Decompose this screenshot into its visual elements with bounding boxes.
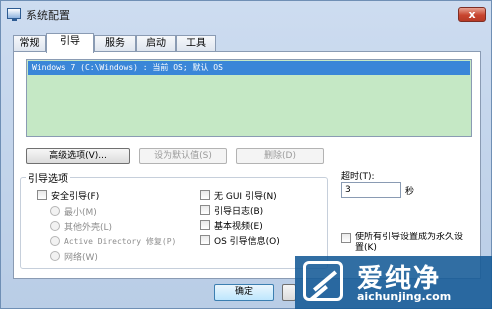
active-directory-label: Active Directory 修复(P): [64, 237, 177, 246]
site-watermark: 爱纯净 aichunjing.com: [295, 256, 492, 309]
os-boot-info-label: OS 引导信息(O): [214, 237, 280, 247]
boot-tab-panel: Windows 7 (C:\Windows) : 当前 OS; 默认 OS 高级…: [13, 51, 481, 279]
alternate-shell-label: 其他外壳(L): [64, 223, 113, 233]
active-directory-radio[interactable]: [50, 236, 60, 246]
delete-button[interactable]: 删除(D): [236, 148, 324, 164]
tab-boot[interactable]: 引导: [46, 33, 94, 53]
alternate-shell-radio[interactable]: [50, 221, 60, 231]
safe-boot-label: 安全引导(F): [51, 192, 100, 202]
no-gui-checkbox[interactable]: [200, 190, 210, 200]
tab-services[interactable]: 服务: [94, 35, 136, 52]
make-permanent-label: 使所有引导设置成为永久设置(K): [355, 232, 464, 253]
make-permanent-checkbox[interactable]: [341, 233, 351, 243]
os-list[interactable]: Windows 7 (C:\Windows) : 当前 OS; 默认 OS: [26, 59, 472, 137]
computer-icon: [7, 8, 21, 21]
timeout-input[interactable]: 3: [341, 182, 401, 198]
tab-startup[interactable]: 启动: [136, 35, 176, 52]
safe-boot-checkbox[interactable]: [37, 190, 47, 200]
minimal-label: 最小(M): [64, 208, 97, 218]
close-button[interactable]: x: [458, 7, 486, 22]
watermark-url: aichunjing.com: [357, 290, 452, 303]
os-boot-info-checkbox[interactable]: [200, 235, 210, 245]
ok-button[interactable]: 确定: [214, 284, 274, 301]
cancel-button-partial[interactable]: [282, 284, 296, 301]
tab-general[interactable]: 常规: [13, 35, 46, 52]
network-label: 网络(W): [64, 253, 98, 263]
brand-logo-icon: [303, 261, 343, 301]
tab-tools[interactable]: 工具: [176, 35, 216, 52]
network-radio[interactable]: [50, 251, 60, 261]
boot-log-checkbox[interactable]: [200, 205, 210, 215]
title-bar: 系统配置 x: [1, 1, 491, 28]
no-gui-label: 无 GUI 引导(N): [214, 192, 277, 202]
base-video-checkbox[interactable]: [200, 220, 210, 230]
timeout-unit: 秒: [405, 187, 415, 197]
system-config-window: 系统配置 x 常规 引导 服务 启动 工具 Windows 7 (C:\Wind…: [0, 0, 492, 309]
boot-options-title: 引导选项: [26, 170, 70, 185]
os-list-item[interactable]: Windows 7 (C:\Windows) : 当前 OS; 默认 OS: [28, 61, 470, 75]
base-video-label: 基本视频(E): [214, 222, 263, 232]
boot-log-label: 引导日志(B): [214, 207, 264, 217]
set-default-button[interactable]: 设为默认值(S): [139, 148, 227, 164]
timeout-label: 超时(T):: [341, 172, 375, 182]
window-title: 系统配置: [26, 9, 70, 22]
advanced-options-button[interactable]: 高级选项(V)...: [26, 148, 130, 164]
minimal-radio[interactable]: [50, 206, 60, 216]
